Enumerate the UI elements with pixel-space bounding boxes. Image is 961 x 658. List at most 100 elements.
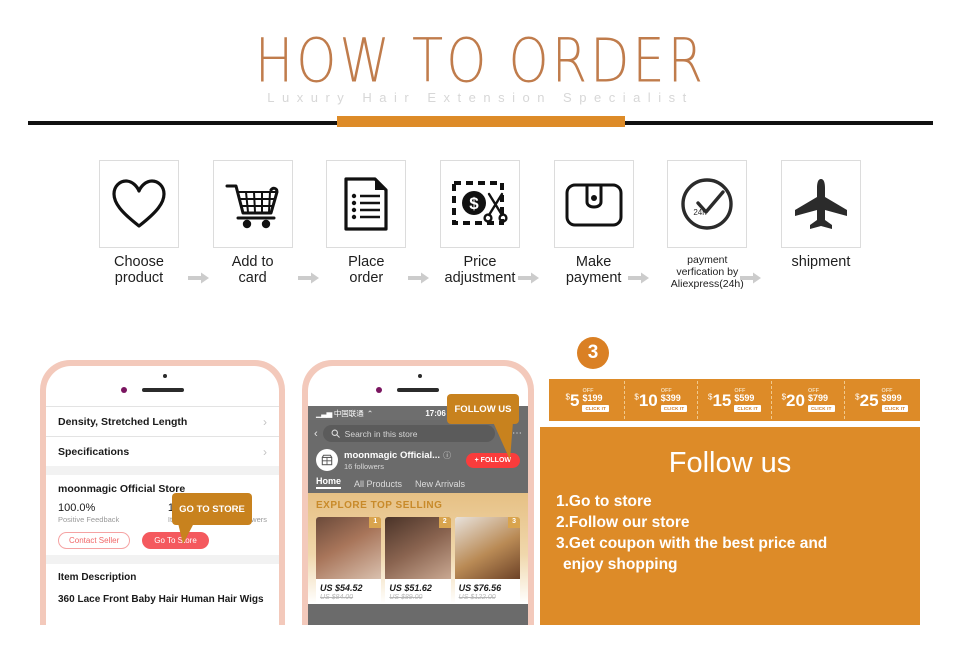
coupon-strip: $5 OFF $199 CLICK IT $10 OFF $399 CLICK …: [549, 379, 920, 421]
store-actions: Contact Seller Go To Store: [58, 532, 267, 549]
coupon-cta-button[interactable]: CLICK IT: [807, 404, 835, 412]
step-icon-box: [553, 160, 634, 248]
step-arrow-4: [518, 272, 540, 284]
product-old-price: US $89.00: [389, 594, 423, 601]
front-camera-icon: [376, 387, 382, 393]
search-input[interactable]: Search in this store: [322, 425, 495, 442]
step-choose-product: Choose product: [95, 160, 183, 286]
page-subtitle: Luxury Hair Extension Specialist: [267, 90, 694, 105]
callout-follow-us: FOLLOW US: [447, 394, 519, 460]
heart-icon: [112, 179, 166, 228]
step-add-to-cart: Add to card: [209, 160, 297, 286]
store-tabs: Home All Products New Arrivals: [308, 476, 528, 493]
step-label-line3: Aliexpress(24h): [670, 278, 744, 291]
followers-count: 16 followers: [344, 461, 385, 471]
store-name: moonmagic Official...: [344, 449, 441, 461]
step-label: Price adjustment: [445, 254, 516, 286]
cart-icon: [225, 184, 279, 229]
coupon-cta-button[interactable]: CLICK IT: [734, 404, 761, 412]
coupon-item[interactable]: $10 OFF $399 CLICK IT: [625, 381, 699, 419]
product-grid: 1 US $54.52 US $84.00 2 US $51.62 US $89…: [316, 517, 520, 604]
stat-value: 100.0%: [58, 502, 96, 514]
header-accent-bar: [337, 116, 625, 127]
back-arrow-icon[interactable]: ‹: [314, 428, 318, 440]
phone-notch: [46, 366, 279, 406]
tab-all-products[interactable]: All Products: [354, 479, 402, 489]
sensor-dot-icon: [162, 374, 167, 378]
coupon-min-spend: $399: [660, 393, 681, 404]
chevron-right-icon: ›: [263, 444, 267, 459]
list-item-label: Density, Stretched Length: [58, 415, 188, 428]
step-label-line2: verfication by: [676, 266, 739, 279]
product-card[interactable]: 3 US $76.56 US $122.00: [454, 517, 520, 604]
follow-us-title: Follow us: [668, 447, 792, 479]
step-place-order: Place order: [322, 160, 410, 286]
item-description-text-faded: [58, 618, 267, 626]
sensor-dot-icon: [418, 374, 422, 378]
coupon-item[interactable]: $20 OFF $799 CLICK IT: [772, 381, 846, 419]
step-arrow-6: [740, 272, 762, 284]
coupon-item[interactable]: $15 OFF $599 CLICK IT: [698, 381, 772, 419]
search-placeholder: Search in this store: [344, 428, 418, 439]
product-card[interactable]: 1 US $54.52 US $84.00: [316, 517, 382, 604]
product-card[interactable]: 2 US $51.62 US $89.00: [385, 517, 451, 604]
go-to-store-button[interactable]: Go To Store: [142, 532, 209, 549]
callout-tail-icon: [178, 523, 194, 544]
coupon-min-spend: $599: [734, 393, 755, 404]
step-label-line2: product: [114, 270, 164, 287]
coupon-amount: $20: [782, 392, 805, 409]
coupon-amount: $10: [634, 392, 657, 409]
coupon-amount: $25: [855, 392, 878, 409]
search-icon: [331, 429, 340, 438]
store-identity: moonmagic Official... ⓘ 16 followers: [344, 450, 460, 471]
coupon-min-spend: $799: [807, 393, 828, 404]
coupon-item[interactable]: $5 OFF $199 CLICK IT: [551, 381, 625, 419]
step-label: Add to card: [232, 254, 274, 286]
step-icon-box: [212, 160, 293, 248]
document-icon: [344, 177, 388, 231]
product-image: 1: [316, 517, 382, 579]
list-item-specifications[interactable]: Specifications ›: [46, 437, 279, 466]
step-icon-box: [99, 160, 179, 248]
step-label: Choose product: [114, 254, 164, 286]
step-label-line2: adjustment: [444, 270, 516, 287]
product-old-price: US $84.00: [320, 594, 354, 601]
amount-value: 25: [859, 390, 879, 410]
coupon-item[interactable]: $25 OFF $999 CLICK IT: [845, 381, 918, 419]
follow-step-3: 3.Get coupon with the best price and: [556, 534, 828, 552]
step-label: Make payment: [566, 254, 622, 286]
coupon-cta-button[interactable]: CLICK IT: [582, 404, 610, 412]
stat-positive-feedback: 100.0% Positive Feedback: [58, 502, 119, 524]
follow-us-panel: Follow us 1.Go to store 2.Follow our sto…: [540, 427, 920, 625]
airplane-icon: [794, 179, 847, 229]
follow-step-2: 2.Follow our store: [556, 513, 690, 531]
tab-new-arrivals[interactable]: New Arrivals: [415, 479, 465, 489]
tab-home[interactable]: Home: [316, 476, 342, 489]
store-icon: [321, 454, 333, 466]
step-make-payment: Make payment: [550, 160, 638, 286]
step-label-line2: card: [238, 270, 267, 287]
amount-value: 5: [569, 390, 580, 410]
list-item-label: Specifications: [58, 445, 130, 458]
section-title: EXPLORE TOP SELLING: [316, 500, 443, 511]
list-item-density[interactable]: Density, Stretched Length ›: [46, 407, 279, 436]
coupon-min-spend: $999: [881, 393, 902, 404]
callout-tail-icon: [493, 422, 513, 460]
coupon-cta-button[interactable]: CLICK IT: [881, 404, 909, 412]
product-price: US $54.52: [320, 583, 363, 593]
step-arrow-2: [298, 272, 320, 284]
coupon-cta-button[interactable]: CLICK IT: [660, 404, 688, 412]
product-image: 2: [385, 517, 451, 579]
callout-label: FOLLOW US: [454, 403, 512, 415]
rank-badge: 1: [369, 517, 382, 528]
page-title: HOW TO ORDER: [254, 27, 707, 97]
step-icon-box: $: [439, 160, 520, 248]
contact-seller-button[interactable]: Contact Seller: [58, 532, 131, 549]
step-number-badge: 3: [577, 337, 609, 369]
carrier-label: 中国联通: [333, 408, 364, 418]
info-circle-icon[interactable]: ⓘ: [443, 450, 451, 461]
step-label: shipment: [792, 254, 851, 270]
product-image: 3: [454, 517, 520, 579]
product-price: US $76.56: [458, 583, 502, 593]
step-payment-verification: 24h payment verfication by Aliexpress(24…: [663, 160, 751, 290]
